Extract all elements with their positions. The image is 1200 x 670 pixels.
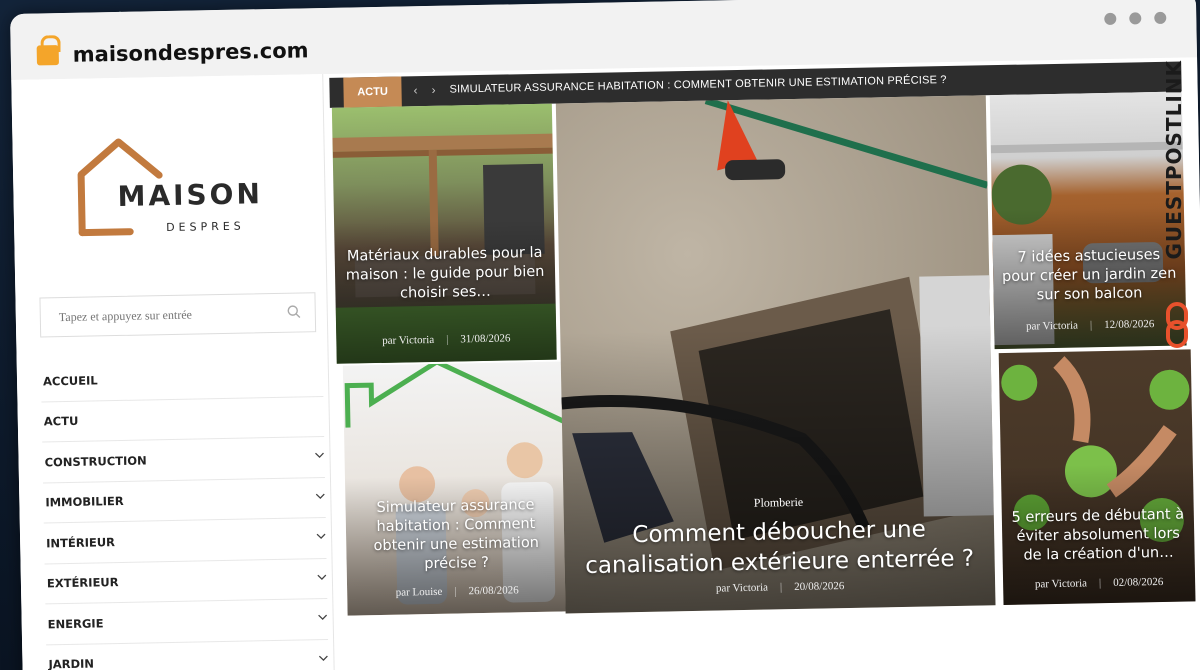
menu-item-label: ACCUEIL [42, 373, 98, 389]
search-icon[interactable] [287, 304, 301, 318]
chevron-down-icon[interactable] [318, 654, 328, 662]
chevron-down-icon[interactable] [315, 492, 325, 500]
ticker-next-icon[interactable]: › [431, 83, 435, 97]
article-card-balcony[interactable]: 7 idées astucieuses pour créer un jardin… [989, 91, 1187, 350]
card-author[interactable]: par Victoria [1026, 320, 1078, 333]
menu-item-label: EXTÉRIEUR [46, 575, 119, 591]
card-date: 20/08/2026 [794, 580, 845, 594]
sidebar: MAISON DESPRES ACCUEIL ACTU CONSTRUCTI [11, 73, 336, 670]
article-card-garden[interactable]: 5 erreurs de débutant à éviter absolumen… [998, 349, 1196, 606]
menu-item-label: CONSTRUCTION [44, 453, 147, 470]
menu-item-label: IMMOBILIER [45, 494, 124, 510]
article-card-featured[interactable]: Plomberie Comment déboucher une canalisa… [555, 95, 996, 614]
card-date: 02/08/2026 [1113, 575, 1164, 589]
card-date: 12/08/2026 [1104, 318, 1155, 332]
window-dot-icon[interactable] [1154, 11, 1167, 25]
browser-window: maisondespres.com MAISON DESPRES Tapez e… [10, 0, 1200, 670]
search-input[interactable] [40, 294, 262, 337]
card-date: 26/08/2026 [468, 584, 519, 598]
card-title[interactable]: Comment déboucher une canalisation extér… [572, 513, 987, 581]
card-date: 31/08/2026 [460, 332, 511, 346]
logo-name: MAISON [117, 177, 264, 213]
chevron-down-icon[interactable] [318, 613, 328, 621]
logo-subtitle: DESPRES [166, 219, 245, 235]
card-author[interactable]: par Victoria [716, 582, 768, 595]
card-shade [342, 361, 568, 616]
link-icon [1166, 302, 1188, 348]
window-dot-icon[interactable] [1104, 12, 1117, 25]
window-dot-icon[interactable] [1129, 12, 1142, 25]
menu-item-label: INTÉRIEUR [46, 534, 116, 551]
menu-item-label: ACTU [43, 414, 79, 429]
card-title[interactable]: Matériaux durables pour la maison : le g… [343, 244, 548, 305]
menu-item-interieur[interactable]: INTÉRIEUR [43, 518, 327, 564]
menu-item-energie[interactable]: ENERGIE [45, 599, 329, 645]
search-box [39, 292, 317, 338]
menu-item-actu[interactable]: ACTU [41, 396, 325, 443]
menu-item-immobilier[interactable]: IMMOBILIER [43, 477, 326, 524]
menu-item-label: ENERGIE [47, 616, 104, 632]
card-title[interactable]: 5 erreurs de débutant à éviter absolumen… [1010, 506, 1187, 566]
article-card-family[interactable]: Simulateur assurance habitation : Commen… [342, 361, 568, 616]
chevron-down-icon[interactable] [314, 451, 324, 459]
ticker-prev-icon[interactable]: ‹ [413, 83, 417, 97]
address-bar-url[interactable]: maisondespres.com [73, 38, 309, 67]
web-page: MAISON DESPRES ACCUEIL ACTU CONSTRUCTI [11, 57, 1200, 670]
guestpostlink-watermark: GUESTPOSTLINK [1162, 60, 1192, 360]
menu-item-construction[interactable]: CONSTRUCTION [42, 437, 325, 483]
card-shade [989, 91, 1187, 350]
chevron-down-icon[interactable] [317, 573, 327, 581]
ticker-label[interactable]: ACTU [343, 76, 402, 108]
menu-item-accueil[interactable]: ACCUEIL [40, 356, 324, 402]
ticker-headline[interactable]: SIMULATEUR ASSURANCE HABITATION : COMMEN… [449, 74, 946, 96]
lock-icon [36, 45, 59, 66]
watermark-text: GUESTPOSTLINK [1162, 60, 1186, 260]
window-controls [1104, 11, 1167, 25]
card-shade [331, 103, 557, 364]
card-title[interactable]: 7 idées astucieuses pour créer un jardin… [1001, 246, 1178, 306]
card-author[interactable]: par Victoria [382, 334, 434, 347]
card-shade [998, 349, 1196, 606]
site-logo[interactable]: MAISON DESPRES [74, 133, 276, 247]
menu-item-jardin[interactable]: JARDIN [46, 639, 329, 670]
chevron-down-icon[interactable] [316, 532, 326, 540]
card-author[interactable]: par Louise [396, 586, 443, 599]
menu-item-exterieur[interactable]: EXTÉRIEUR [44, 558, 328, 605]
article-card-pergola[interactable]: Matériaux durables pour la maison : le g… [331, 103, 557, 364]
main-menu: ACCUEIL ACTU CONSTRUCTION IMMOBILIER INT… [40, 356, 329, 670]
card-author[interactable]: par Victoria [1035, 577, 1087, 590]
card-title[interactable]: Simulateur assurance habitation : Commen… [353, 496, 558, 576]
main-content: ACTU ‹ › SIMULATEUR ASSURANCE HABITATION… [329, 57, 1200, 670]
menu-item-label: JARDIN [48, 656, 95, 670]
